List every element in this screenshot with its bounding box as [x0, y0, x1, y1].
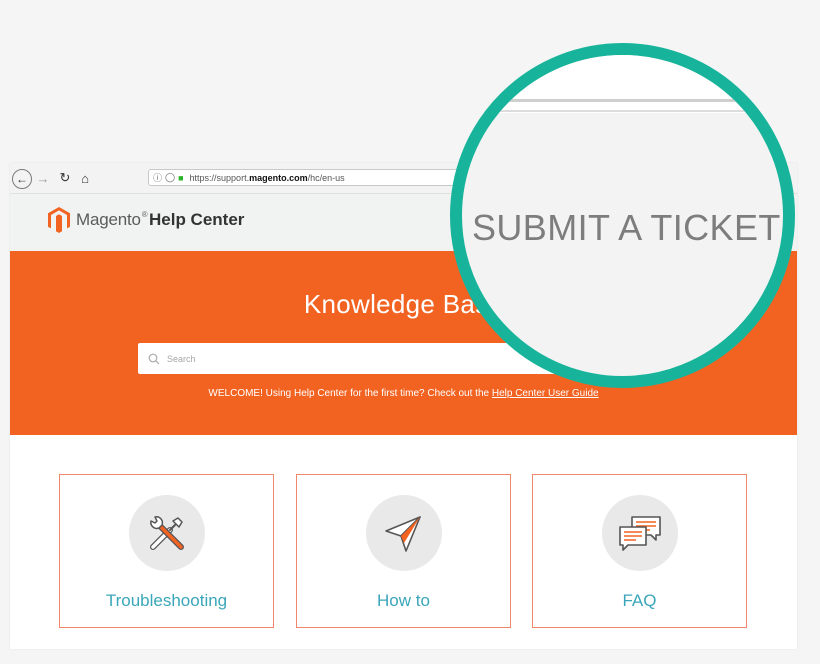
brand-text: Magento [76, 210, 141, 229]
user-guide-link[interactable]: Help Center User Guide [492, 388, 599, 399]
submit-ticket-link[interactable]: SUBMIT A TICKET [472, 207, 781, 249]
brand-name[interactable]: Magento® [76, 210, 148, 230]
url-host: magento.com [249, 172, 308, 183]
url-path: /hc/en-us [307, 172, 345, 183]
info-icon: ⓘ [153, 173, 163, 183]
forward-icon[interactable]: → [35, 169, 51, 187]
product-name[interactable]: Help Center [149, 210, 244, 230]
welcome-message: WELCOME! Using Help Center for the first… [10, 388, 797, 399]
category-label: Troubleshooting [105, 591, 228, 610]
shield-icon: ◯ [165, 172, 176, 182]
reload-icon[interactable]: ↻ [57, 169, 73, 187]
paper-plane-icon [385, 516, 421, 552]
magnifier-lens: SUBMIT A TICKET [450, 43, 795, 388]
category-how-to[interactable]: How to [296, 474, 511, 628]
lens-divider [462, 99, 783, 102]
welcome-text: WELCOME! Using Help Center for the first… [208, 388, 492, 399]
chat-bubbles-icon [619, 516, 661, 551]
trademark: ® [141, 210, 148, 219]
site-security[interactable]: ⓘ ◯ ■ [153, 171, 184, 184]
circle-badge [366, 495, 442, 571]
tools-icon [150, 516, 184, 550]
lock-icon: ■ [178, 172, 184, 183]
category-label: How to [377, 591, 430, 610]
url-prefix: https://support. [189, 172, 250, 183]
circle-badge [129, 495, 205, 571]
category-faq[interactable]: FAQ [532, 474, 747, 628]
back-icon[interactable]: ← [12, 169, 32, 189]
lens-divider [462, 110, 783, 112]
category-troubleshooting[interactable]: Troubleshooting [59, 474, 274, 628]
home-icon[interactable]: ⌂ [77, 169, 93, 187]
magento-logo-icon[interactable] [48, 207, 70, 233]
circle-badge [602, 495, 678, 571]
search-icon [148, 353, 160, 364]
category-label: FAQ [622, 591, 657, 610]
lens-page-area [462, 55, 783, 113]
